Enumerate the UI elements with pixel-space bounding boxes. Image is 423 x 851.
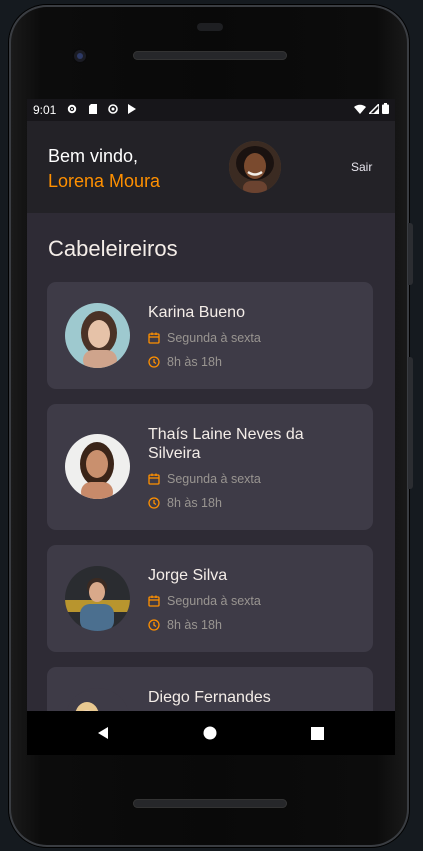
provider-days: Segunda à sexta [148,594,261,608]
provider-days-text: Segunda à sexta [167,331,261,345]
bottom-speaker [133,799,287,808]
user-avatar[interactable] [229,141,281,193]
power-button [408,357,413,489]
earpiece [197,23,223,31]
provider-name: Diego Fernandes [148,689,271,706]
provider-hours-text: 8h às 18h [167,618,222,632]
provider-days-text: Segunda à sexta [167,472,261,486]
app-screen: 9:01 Bem vindo, Lorena Moura Sair Cabele… [27,99,395,711]
top-speaker [133,51,287,60]
wifi-icon [354,104,366,114]
provider-hours-text: 8h às 18h [167,496,222,510]
provider-avatar [65,688,130,711]
section-title: Cabeleireiros [48,236,178,261]
provider-card[interactable]: Diego Fernandes [47,667,373,711]
calendar-icon [148,473,160,485]
sd-card-icon [89,104,97,114]
provider-card[interactable]: Karina Bueno Segunda à sexta 8h às 18h [47,282,373,389]
home-circle-icon [203,726,217,740]
recents-button[interactable] [307,723,327,743]
home-button[interactable] [200,723,220,743]
provider-hours: 8h às 18h [148,496,222,510]
provider-hours: 8h às 18h [148,618,222,632]
android-nav-bar [27,711,395,755]
provider-days: Segunda à sexta [148,472,261,486]
back-button[interactable] [93,723,113,743]
calendar-icon [148,595,160,607]
clock-icon [148,356,160,368]
calendar-icon [148,332,160,344]
user-name[interactable]: Lorena Moura [48,171,160,192]
provider-avatar [65,303,130,368]
provider-days-text: Segunda à sexta [167,594,261,608]
provider-name: Karina Bueno [148,304,245,321]
front-camera [72,48,88,64]
play-store-icon [128,104,136,114]
provider-card[interactable]: Jorge Silva Segunda à sexta 8h às 18h [47,545,373,652]
sync-icon [108,104,118,114]
app-header: Bem vindo, Lorena Moura Sair [27,121,395,213]
clock-icon [148,619,160,631]
status-bar: 9:01 [27,99,395,121]
provider-hours: 8h às 18h [148,355,222,369]
provider-name: Thaís Laine Neves da Silveira [148,426,304,462]
volume-button [408,223,413,285]
provider-hours-text: 8h às 18h [167,355,222,369]
clock-icon [148,497,160,509]
battery-icon [382,103,389,114]
status-time: 9:01 [33,103,57,117]
logout-button[interactable]: Sair [351,160,372,174]
settings-icon [67,104,77,114]
provider-avatar [65,434,130,499]
recents-square-icon [310,726,324,740]
back-triangle-icon [98,727,108,739]
provider-card[interactable]: Thaís Laine Neves da Silveira Segunda à … [47,404,373,530]
signal-icon [369,103,379,114]
provider-name: Jorge Silva [148,567,228,584]
greeting-text: Bem vindo, [48,146,139,166]
provider-days: Segunda à sexta [148,331,261,345]
provider-avatar [65,566,130,631]
